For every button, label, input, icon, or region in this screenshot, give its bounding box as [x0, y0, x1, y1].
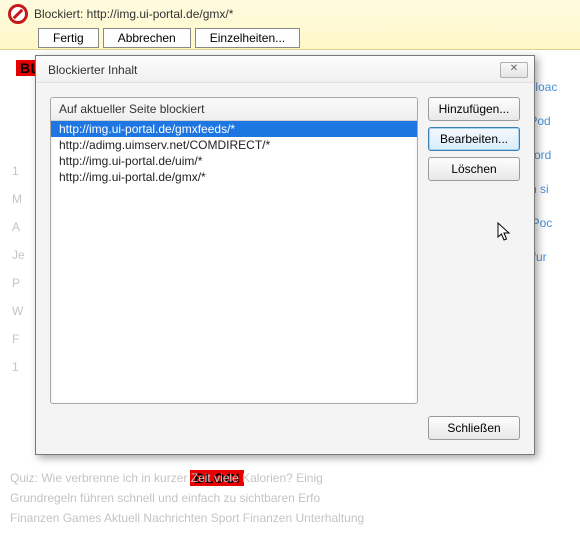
background-left-text: 1MAJePWF1	[12, 150, 25, 388]
cancel-button[interactable]: Abbrechen	[103, 28, 191, 48]
blocked-list-panel: Auf aktueller Seite blockiert http://img…	[50, 97, 418, 404]
delete-button[interactable]: Löschen	[428, 157, 520, 181]
done-button[interactable]: Fertig	[38, 28, 99, 48]
blocked-list[interactable]: http://img.ui-portal.de/gmxfeeds/*http:/…	[51, 121, 417, 403]
details-button[interactable]: Einzelheiten...	[195, 28, 300, 48]
list-item[interactable]: http://img.ui-portal.de/uim/*	[51, 153, 417, 169]
dialog-close-button[interactable]: ✕	[500, 62, 528, 78]
edit-button[interactable]: Bearbeiten...	[428, 127, 520, 151]
dialog-titlebar: Blockierter Inhalt ✕	[36, 56, 534, 83]
close-button[interactable]: Schließen	[428, 416, 520, 440]
add-button[interactable]: Hinzufügen...	[428, 97, 520, 121]
background-bottom-text: Quiz: Wie verbrenne ich in kurzer Zeit v…	[10, 465, 570, 531]
blocked-list-header: Auf aktueller Seite blockiert	[51, 98, 417, 121]
block-icon	[8, 4, 28, 24]
blocked-content-dialog: Blockierter Inhalt ✕ Auf aktueller Seite…	[35, 55, 535, 455]
list-item[interactable]: http://img.ui-portal.de/gmxfeeds/*	[51, 121, 417, 137]
block-notification-text: Blockiert: http://img.ui-portal.de/gmx/*	[34, 7, 233, 21]
list-item[interactable]: http://img.ui-portal.de/gmx/*	[51, 169, 417, 185]
list-item[interactable]: http://adimg.uimserv.net/COMDIRECT/*	[51, 137, 417, 153]
dialog-title-text: Blockierter Inhalt	[48, 63, 137, 77]
block-notification-bar: Blockiert: http://img.ui-portal.de/gmx/*…	[0, 0, 580, 50]
